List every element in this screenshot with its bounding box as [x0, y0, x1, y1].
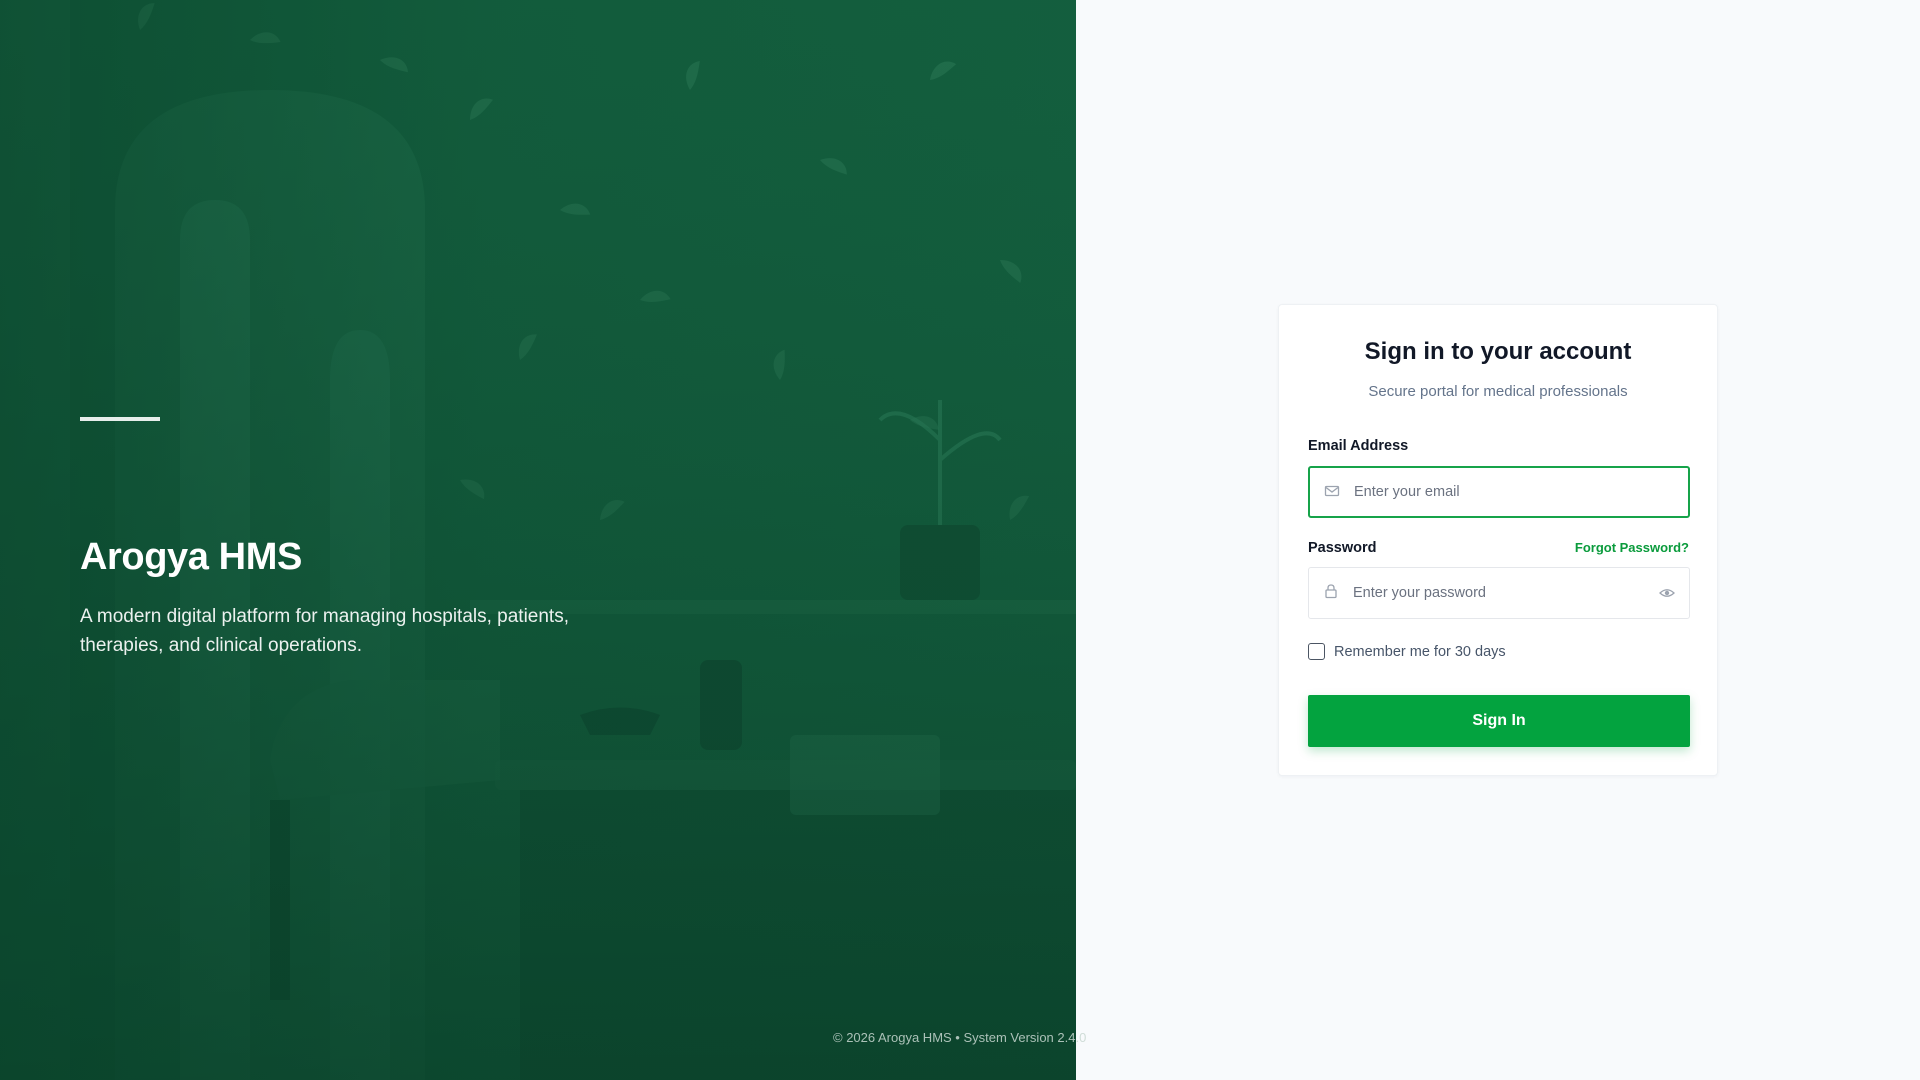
- password-input[interactable]: [1353, 568, 1653, 618]
- login-subtitle: Secure portal for medical professionals: [1368, 383, 1628, 400]
- eye-icon[interactable]: [1659, 585, 1675, 601]
- forgot-password-link[interactable]: Forgot Password?: [1575, 540, 1689, 555]
- remember-label: Remember me for 30 days: [1334, 643, 1506, 660]
- sign-in-button[interactable]: Sign In: [1308, 695, 1690, 747]
- email-input[interactable]: [1354, 468, 1654, 516]
- brand-tagline: A modern digital platform for managing h…: [80, 606, 569, 656]
- login-title: Sign in to your account: [1364, 338, 1632, 365]
- hero-panel: Arogya HMS A modern digital platform for…: [0, 0, 1076, 1080]
- brand-name: Arogya HMS: [80, 536, 302, 578]
- email-field[interactable]: [1308, 466, 1690, 518]
- login-card: Sign in to your account Secure portal fo…: [1278, 304, 1718, 776]
- lock-icon: [1325, 584, 1337, 599]
- remember-me[interactable]: Remember me for 30 days: [1308, 643, 1506, 660]
- accent-divider: [80, 417, 160, 421]
- mail-icon: [1324, 485, 1340, 497]
- password-field[interactable]: [1308, 567, 1690, 619]
- password-label: Password: [1308, 540, 1377, 556]
- footer-copyright: © 2026 Arogya HMS • System Version 2.4.0: [833, 1030, 1087, 1045]
- remember-checkbox[interactable]: [1308, 643, 1325, 660]
- email-label: Email Address: [1308, 438, 1409, 454]
